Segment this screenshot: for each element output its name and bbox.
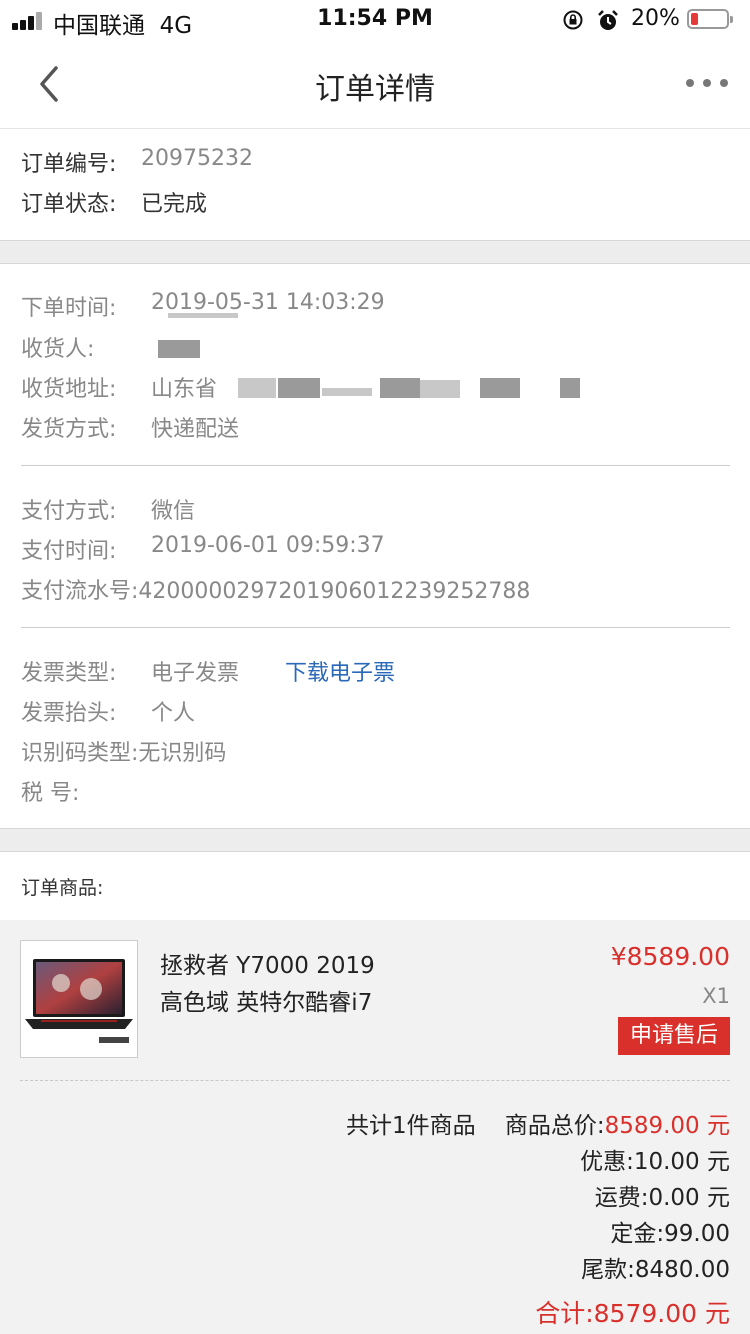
total-label: 合计: xyxy=(535,1299,594,1328)
payment-serial-label: 支付流水号 xyxy=(21,579,132,604)
balance-value: 8480.00 xyxy=(634,1257,730,1283)
product-name-line2: 高色域 英特尔酷睿i7 xyxy=(160,990,373,1016)
address-redacted xyxy=(322,388,372,396)
id-type-row: 识别码类型:无识别码 xyxy=(21,735,226,767)
address-label: 收货地址: xyxy=(21,377,117,402)
status-bar: 中国联通 4G 11:54 PM 20% xyxy=(0,0,750,40)
order-status-value: 已完成 xyxy=(141,192,208,217)
invoice-title-label: 发票抬头: xyxy=(21,701,117,726)
address-redacted xyxy=(480,378,520,398)
payment-time-label: 支付时间: xyxy=(21,539,117,564)
address-row: 收货地址: 山东省 xyxy=(21,371,217,403)
address-redacted xyxy=(560,378,580,398)
section-separator xyxy=(0,828,750,852)
apply-after-sale-button[interactable]: 申请售后 xyxy=(617,1017,730,1055)
delivery-method-label: 发货方式: xyxy=(21,417,117,442)
address-redacted xyxy=(380,378,420,398)
nav-bar: 订单详情 xyxy=(0,40,750,129)
summary-total-line: 合计:8579.00 元 xyxy=(535,1294,730,1330)
payment-time-row: 支付时间: 2019-06-01 09:59:37 xyxy=(21,533,385,565)
tax-number-label: 税 号: xyxy=(21,781,80,806)
payment-method-label: 支付方式: xyxy=(21,499,117,524)
product-name-line1: 拯救者 Y7000 2019 xyxy=(160,953,375,979)
invoice-type-label: 发票类型: xyxy=(21,661,117,686)
divider xyxy=(21,627,730,628)
order-time-label: 下单时间: xyxy=(21,296,117,321)
product-name[interactable]: 拯救者 Y7000 2019 高色域 英特尔酷睿i7 xyxy=(160,948,440,1022)
page-title: 订单详情 xyxy=(315,72,435,107)
receiver-redacted xyxy=(158,340,200,358)
goods-total-label: 商品总价: xyxy=(504,1113,605,1139)
address-redacted xyxy=(420,380,460,398)
invoice-title-value: 个人 xyxy=(151,701,196,726)
payment-method-value: 微信 xyxy=(151,499,196,524)
summary-goods-line: 共计1件商品 商品总价:8589.00 元 xyxy=(346,1106,730,1140)
download-invoice-link[interactable]: 下载电子票 xyxy=(285,655,395,687)
discount-value: 10.00 元 xyxy=(633,1149,730,1175)
section-separator xyxy=(0,240,750,264)
deposit-value: 99.00 xyxy=(664,1221,730,1247)
invoice-type-value: 电子发票 xyxy=(151,661,240,686)
discount-label: 优惠: xyxy=(580,1149,634,1175)
battery-level-fill xyxy=(691,13,698,25)
address-redacted xyxy=(278,378,320,398)
product-price: ¥8589.00 xyxy=(610,942,730,971)
delivery-method-row: 发货方式: 快递配送 xyxy=(21,411,239,443)
order-number-label: 订单编号: xyxy=(21,152,117,177)
product-thumbnail[interactable] xyxy=(20,940,138,1058)
address-value: 山东省 xyxy=(151,377,218,402)
total-value: 8579.00 元 xyxy=(593,1299,730,1328)
summary-balance-line: 尾款:8480.00 xyxy=(581,1250,730,1284)
order-time-value: 2019-05-31 14:03:29 xyxy=(151,290,385,315)
order-status-row: 订单状态: 已完成 xyxy=(21,186,207,218)
more-dots-icon[interactable] xyxy=(682,74,732,92)
shipping-label: 运费: xyxy=(594,1185,649,1211)
divider xyxy=(21,465,730,466)
battery-percent: 20% xyxy=(631,6,680,31)
invoice-title-row: 发票抬头: 个人 xyxy=(21,695,195,727)
receiver-label: 收货人: xyxy=(21,337,95,362)
product-quantity: X1 xyxy=(702,984,730,1008)
id-type-value: :无识别码 xyxy=(131,741,227,766)
rotation-lock-icon xyxy=(563,10,583,30)
redaction-mark xyxy=(168,313,238,318)
delivery-method-value: 快递配送 xyxy=(151,417,240,442)
order-status-label: 订单状态: xyxy=(21,192,117,217)
address-redacted xyxy=(238,378,276,398)
receiver-row: 收货人: xyxy=(21,331,94,363)
deposit-label: 定金: xyxy=(610,1221,665,1247)
order-time-row: 下单时间: 2019-05-31 14:03:29 xyxy=(21,290,385,322)
payment-time-value: 2019-06-01 09:59:37 xyxy=(151,533,385,558)
summary-shipping-line: 运费:0.00 元 xyxy=(595,1178,730,1212)
balance-label: 尾款: xyxy=(581,1257,635,1283)
dashed-divider xyxy=(20,1080,730,1081)
goods-total-value: 8589.00 元 xyxy=(604,1113,730,1139)
battery-icon xyxy=(687,9,733,29)
products-section-label: 订单商品: xyxy=(21,877,104,899)
payment-method-row: 支付方式: 微信 xyxy=(21,493,195,525)
shipping-value: 0.00 元 xyxy=(648,1185,730,1211)
summary-discount-line: 优惠:10.00 元 xyxy=(580,1142,730,1176)
order-number-row: 订单编号: 20975232 xyxy=(21,146,253,178)
summary-deposit-line: 定金:99.00 xyxy=(610,1214,730,1248)
laptop-image xyxy=(25,959,133,1043)
alarm-icon xyxy=(598,10,618,30)
product-list: 拯救者 Y7000 2019 高色域 英特尔酷睿i7 ¥8589.00 X1 申… xyxy=(0,920,750,1334)
invoice-type-row: 发票类型: 电子发票 下载电子票 xyxy=(21,655,395,687)
payment-serial-value: :4200000297201906012239252788 xyxy=(131,579,531,604)
item-count-text: 共计1件商品 xyxy=(345,1113,476,1139)
payment-serial-row: 支付流水号:4200000297201906012239252788 xyxy=(21,573,530,605)
tax-number-row: 税 号: xyxy=(21,775,79,807)
id-type-label: 识别码类型 xyxy=(21,741,132,766)
order-number-value: 20975232 xyxy=(141,146,253,171)
